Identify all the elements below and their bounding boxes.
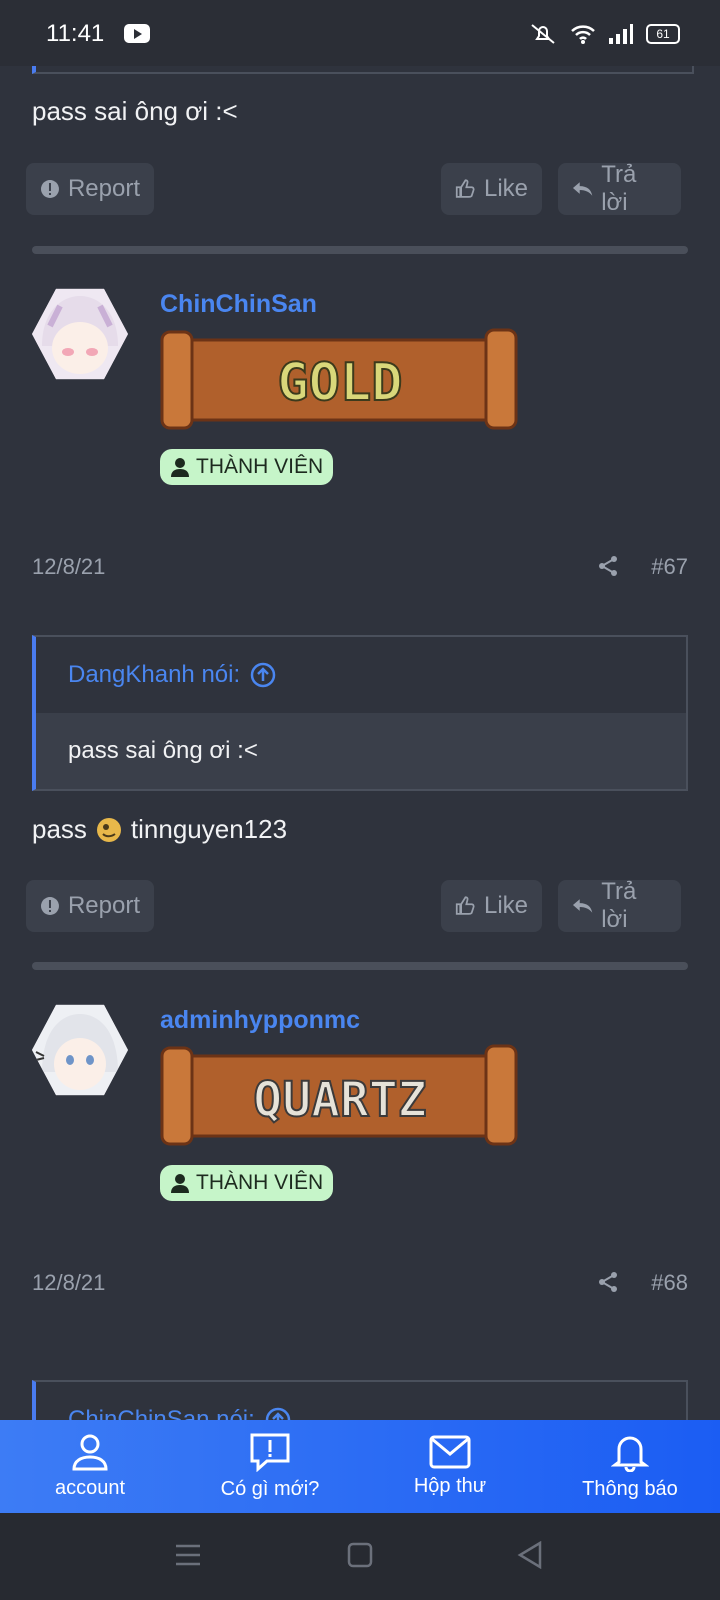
wifi-icon [571, 25, 595, 44]
status-bar: 11:41 61 [0, 0, 720, 66]
like-label: Like [483, 175, 528, 202]
reply-label: Trả lời [601, 161, 637, 216]
thumbs-up-icon [455, 896, 475, 915]
system-nav-bar [0, 1513, 720, 1600]
post-date[interactable]: 12/8/21 [32, 554, 105, 580]
bottom-nav: account Có gì mới? Hộp thư Thông báo [0, 1420, 720, 1513]
message-text-after: tinnguyen123 [130, 814, 288, 844]
badge-label: THÀNH VIÊN [196, 1171, 324, 1194]
youtube-icon [124, 24, 150, 43]
rank-text: QUARTZ [253, 1072, 426, 1128]
username[interactable]: adminhypponmc [160, 1006, 360, 1035]
avatar[interactable] [32, 288, 128, 380]
post-number[interactable]: #67 [651, 554, 688, 580]
post-number[interactable]: #68 [651, 1270, 688, 1296]
post-message: pass sai ông ơi :< [32, 96, 238, 126]
rank-text: GOLD [277, 353, 402, 413]
mute-icon [531, 24, 555, 44]
like-button[interactable]: Like [441, 880, 542, 932]
member-badge: THÀNH VIÊN [160, 1165, 334, 1201]
message-text-before: pass [32, 814, 87, 844]
report-icon [40, 180, 59, 198]
bell-icon [611, 1436, 649, 1472]
badge-label: THÀNH VIÊN [196, 455, 324, 478]
battery-indicator: 61 [646, 24, 680, 44]
nav-inbox[interactable]: Hộp thư [360, 1420, 540, 1513]
share-icon[interactable] [596, 554, 620, 578]
like-button[interactable]: Like [441, 163, 542, 215]
status-time: 11:41 [46, 20, 105, 47]
status-icons: 61 [528, 22, 680, 46]
reply-icon [572, 899, 593, 913]
nav-notifications[interactable]: Thông báo [540, 1420, 720, 1513]
avatar[interactable] [32, 1004, 128, 1096]
like-label: Like [483, 892, 528, 919]
quote-author[interactable]: DangKhanh nói: [68, 661, 240, 689]
menu-icon[interactable] [174, 1543, 202, 1567]
post-date[interactable]: 12/8/21 [32, 1270, 105, 1296]
emoji-icon [96, 817, 121, 842]
post-divider [32, 962, 688, 970]
nav-label: Hộp thư [413, 1475, 487, 1497]
back-icon[interactable] [517, 1541, 543, 1569]
home-icon[interactable] [347, 1542, 373, 1568]
avatar-image [32, 288, 128, 380]
signal-icon [609, 24, 633, 44]
report-button[interactable]: Report [26, 163, 154, 215]
user-icon [171, 1174, 189, 1193]
post-divider [32, 246, 688, 254]
report-label: Report [67, 175, 140, 202]
quote-body: pass sai ông ơi :< [36, 713, 686, 789]
nav-label: account [54, 1477, 126, 1499]
avatar-image [32, 1004, 128, 1096]
reply-label: Trả lời [601, 878, 637, 933]
report-icon [40, 897, 59, 915]
share-icon[interactable] [596, 1270, 620, 1294]
thumbs-up-icon [455, 179, 475, 198]
alert-message-icon [250, 1433, 290, 1472]
post-message: pass tinnguyen123 [32, 814, 287, 845]
arrow-up-circle-icon[interactable] [250, 662, 276, 688]
member-badge: THÀNH VIÊN [160, 449, 334, 485]
quote-header[interactable]: DangKhanh nói: [36, 637, 686, 713]
nav-label: Thông báo [582, 1478, 678, 1500]
mail-icon [429, 1435, 471, 1469]
rank-banner: QUARTZ [160, 1042, 518, 1150]
nav-whats-new[interactable]: Có gì mới? [180, 1420, 360, 1513]
nav-account[interactable]: account [0, 1420, 180, 1513]
report-label: Report [67, 892, 140, 919]
username[interactable]: ChinChinSan [160, 290, 317, 319]
quote-block: DangKhanh nói: pass sai ông ơi :< [32, 635, 688, 791]
reply-button[interactable]: Trả lời [558, 878, 681, 933]
user-icon [72, 1434, 108, 1471]
reply-icon [572, 182, 593, 196]
reply-button[interactable]: Trả lời [558, 161, 681, 216]
nav-label: Có gì mới? [220, 1478, 320, 1500]
report-button[interactable]: Report [26, 880, 154, 932]
user-icon [171, 458, 189, 477]
rank-banner: GOLD [160, 326, 518, 434]
